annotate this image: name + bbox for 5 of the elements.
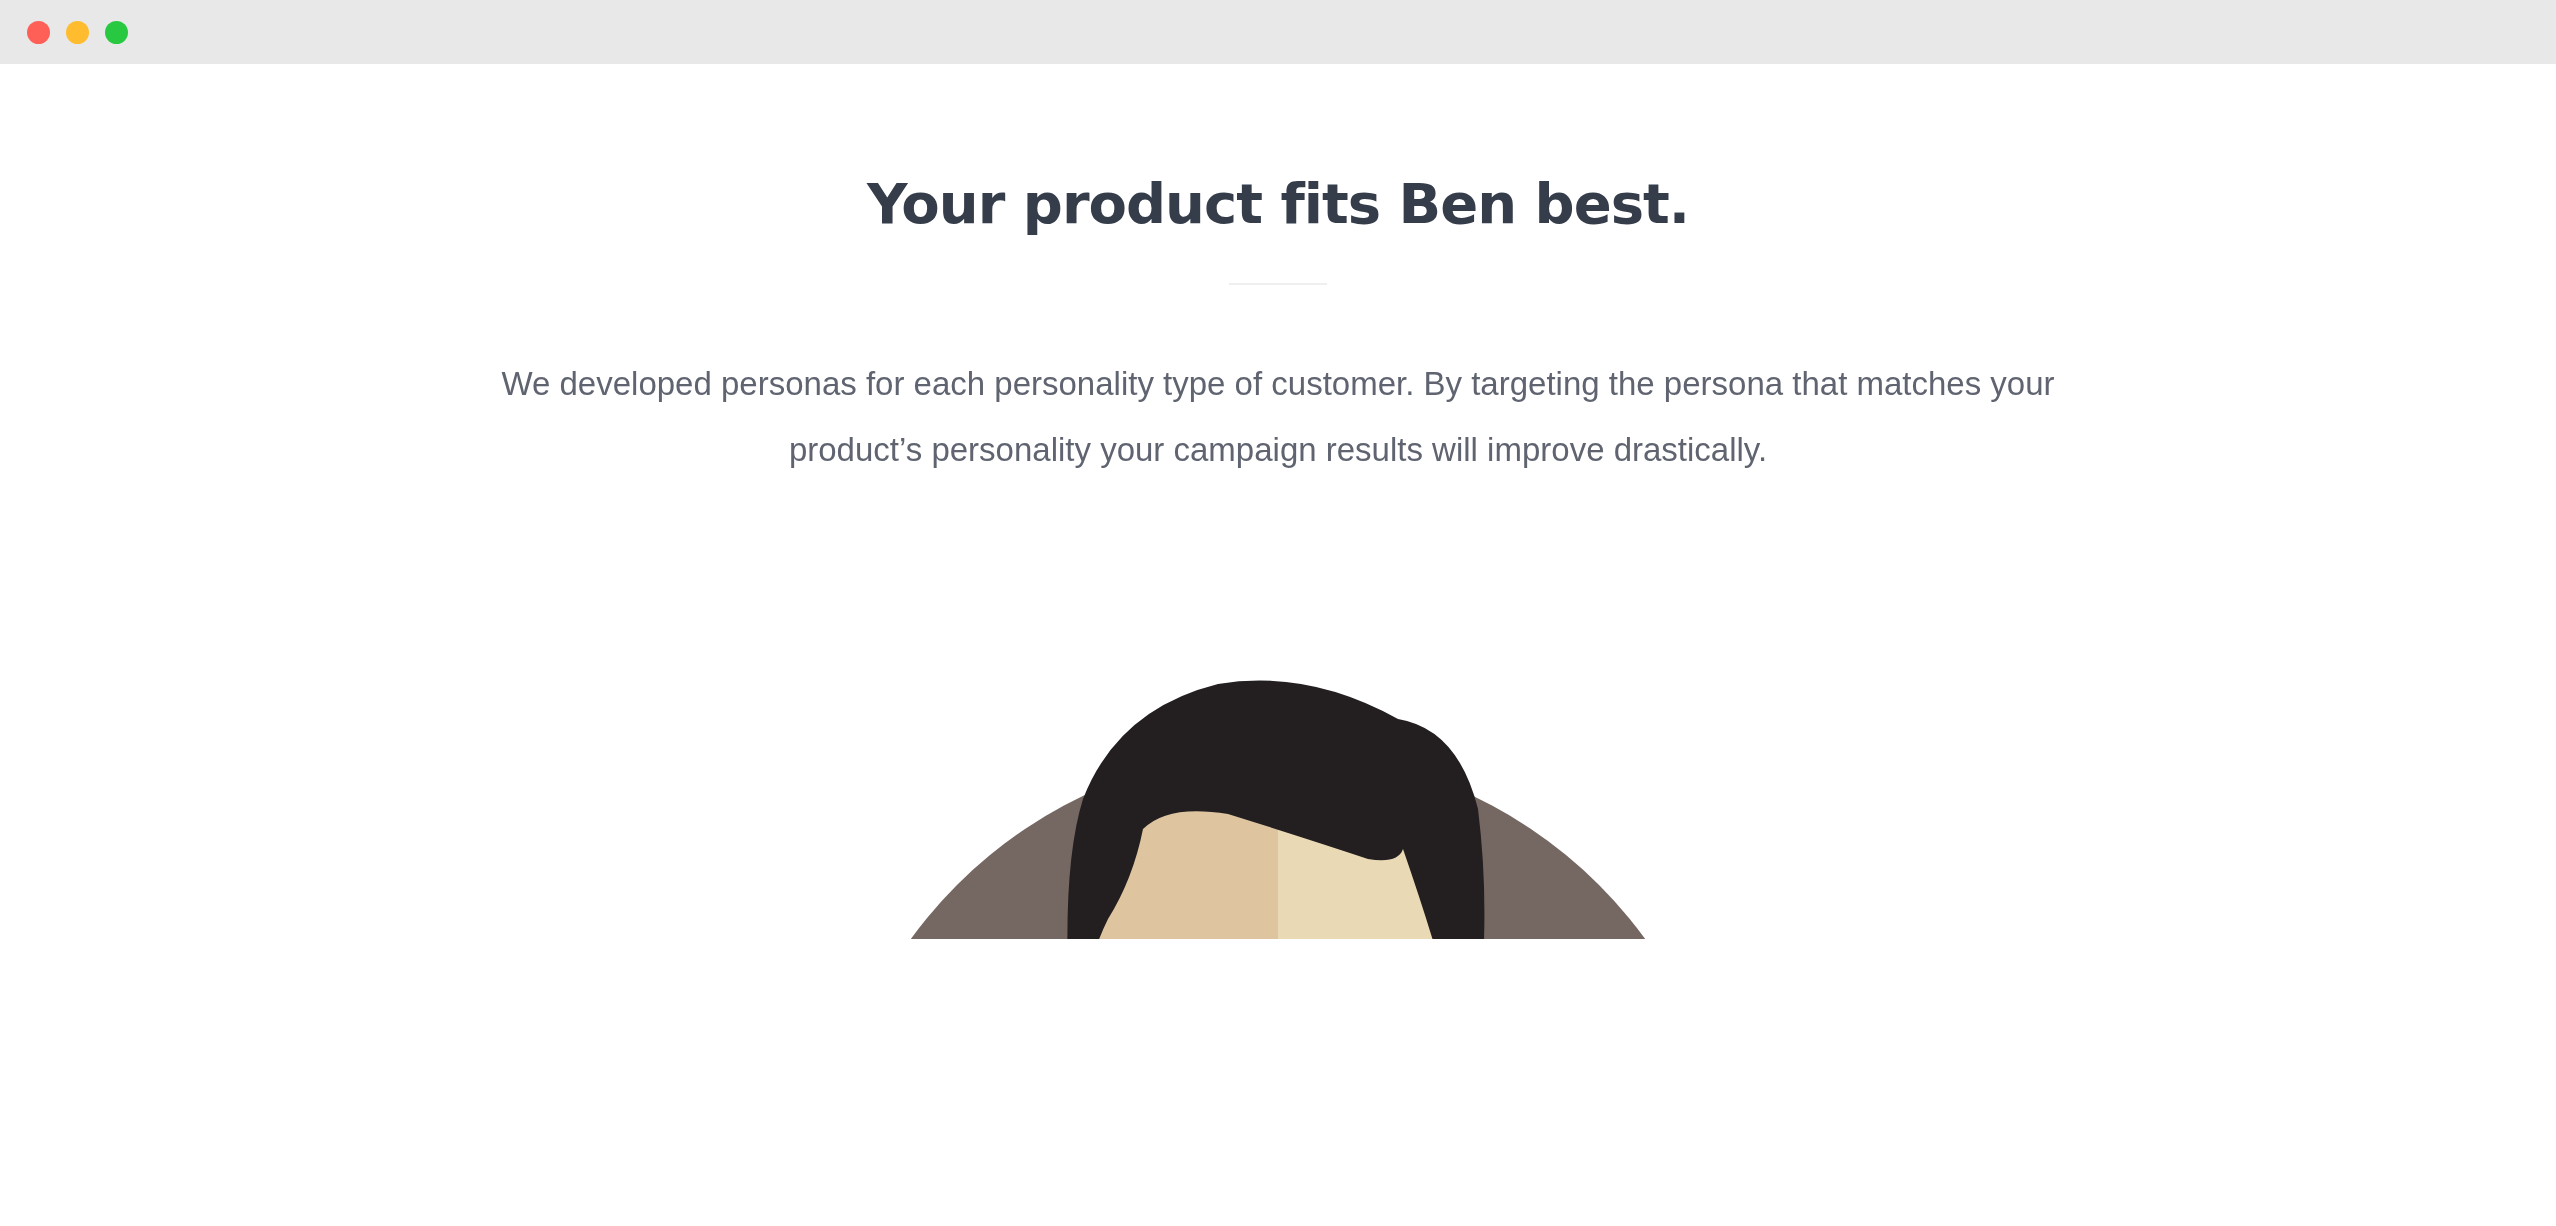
description-text: We developed personas for each personality type of customer. By targeting the persona that matches your product’s personality your campaign results will improve drastically. xyxy=(500,364,2056,471)
page-heading: Your product fits Ben best. xyxy=(866,170,1690,238)
maximize-button[interactable] xyxy=(105,20,128,44)
minimize-button[interactable] xyxy=(66,20,89,44)
close-button[interactable] xyxy=(27,20,50,44)
